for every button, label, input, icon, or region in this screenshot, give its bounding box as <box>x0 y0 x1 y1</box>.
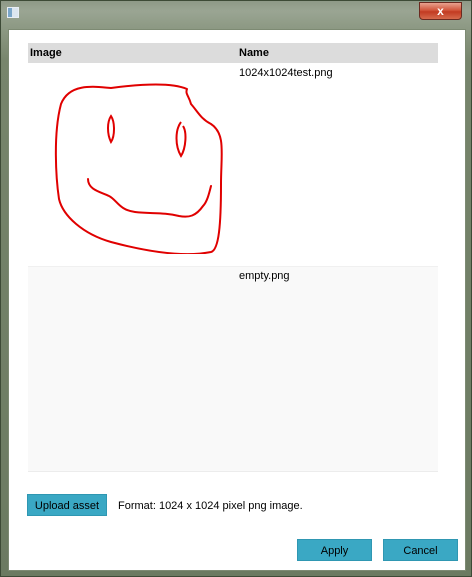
title-bar[interactable]: x <box>1 1 471 23</box>
asset-thumbnail <box>54 83 223 254</box>
table-header: Image Name <box>28 43 438 63</box>
column-header-name: Name <box>239 47 269 59</box>
dialog-content: Image Name 1024x1024test.png empty.png U… <box>8 29 466 571</box>
close-button[interactable]: x <box>419 2 462 20</box>
apply-button[interactable]: Apply <box>297 539 372 561</box>
cancel-button[interactable]: Cancel <box>383 539 458 561</box>
smiley-mouth <box>87 178 212 218</box>
asset-name: 1024x1024test.png <box>239 67 333 79</box>
app-window-icon <box>7 7 19 18</box>
column-header-image: Image <box>30 47 62 59</box>
table-row[interactable]: empty.png <box>28 266 438 472</box>
format-hint: Format: 1024 x 1024 pixel png image. <box>118 500 303 512</box>
smiley-outline <box>54 83 223 254</box>
upload-asset-button[interactable]: Upload asset <box>27 494 107 516</box>
smiley-left-eye <box>107 114 115 144</box>
smiley-right-eye <box>175 121 187 158</box>
dialog-window: x Image Name 1024x1024test.png empty.png… <box>0 0 472 577</box>
close-icon: x <box>437 4 444 18</box>
table-row[interactable]: 1024x1024test.png <box>28 64 438 264</box>
asset-name: empty.png <box>239 270 290 282</box>
